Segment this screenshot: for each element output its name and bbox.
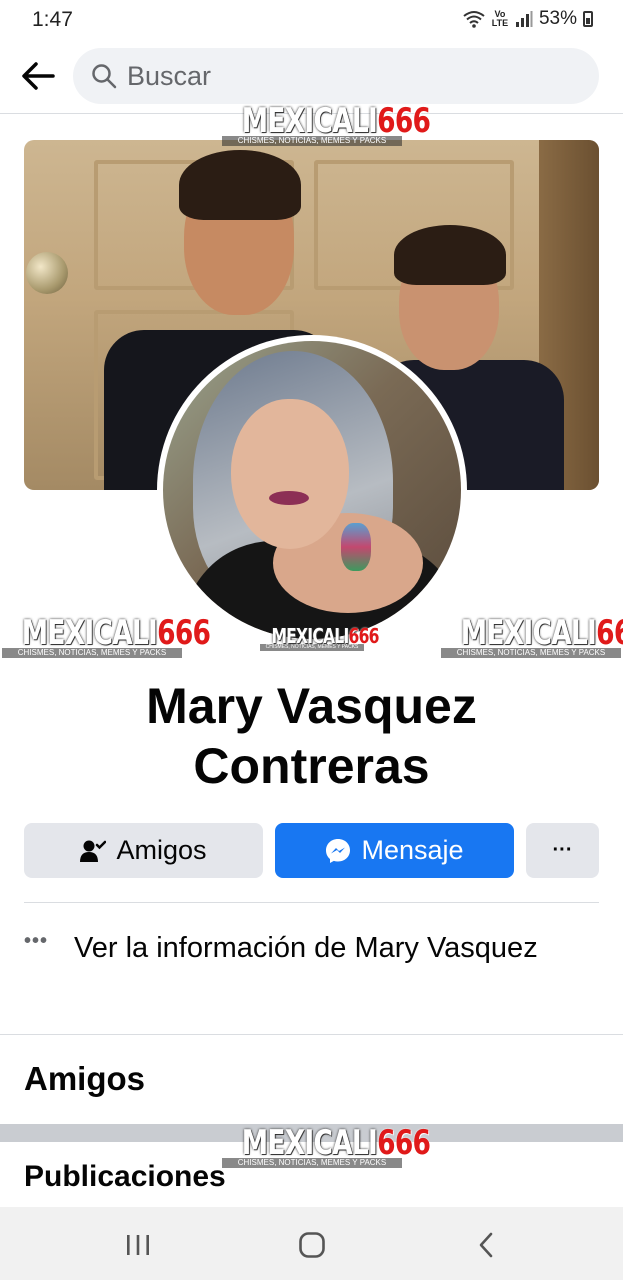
status-time: 1:47 [32, 8, 73, 31]
message-button[interactable]: Mensaje [275, 823, 514, 878]
search-icon [92, 64, 117, 89]
see-info-link[interactable]: Ver la información de Mary Vasquez [74, 928, 574, 968]
signal-icon [515, 11, 533, 27]
home-icon [299, 1232, 325, 1258]
home-button[interactable] [282, 1227, 342, 1263]
battery-icon [583, 11, 593, 27]
system-nav-bar [0, 1207, 623, 1280]
friend-check-icon [80, 840, 107, 862]
divider [0, 1034, 623, 1035]
watermark-logo: MEXICALI666 CHISMES, NOTICIAS, MEMES Y P… [2, 616, 211, 658]
friends-button[interactable]: Amigos [24, 823, 263, 878]
wifi-icon [463, 11, 485, 28]
back-arrow-icon [22, 62, 55, 90]
more-icon: ··· [552, 839, 573, 861]
profile-name: Mary Vasquez Contreras [0, 676, 623, 796]
battery-percent: 53% [538, 8, 577, 29]
avatar-image [163, 341, 461, 639]
watermark-logo: MEXICALI666 CHISMES, NOTICIAS, MEMES Y P… [222, 104, 431, 146]
dots-icon: ••• [24, 930, 49, 952]
messenger-icon [326, 838, 351, 863]
divider [24, 902, 599, 903]
recent-apps-button[interactable] [108, 1227, 168, 1263]
status-bar: 1:47 Vo LTE 53% [0, 0, 623, 40]
watermark-logo: MEXICALI666 CHISMES, NOTICIAS, MEMES Y P… [260, 626, 379, 651]
system-back-button[interactable] [456, 1227, 516, 1263]
profile-picture[interactable] [157, 335, 467, 645]
watermark-logo: MEXICALI666 CHISMES, NOTICIAS, MEMES Y P… [441, 616, 623, 658]
profile-name-line1: Mary Vasquez [146, 678, 477, 734]
friends-section-title: Amigos [24, 1060, 146, 1097]
back-button[interactable] [16, 54, 60, 98]
friends-button-label: Amigos [116, 835, 207, 865]
search-box[interactable] [73, 48, 599, 104]
recent-apps-icon [127, 1235, 149, 1255]
posts-section-title: Publicaciones [24, 1160, 226, 1193]
profile-name-line2: Contreras [193, 738, 430, 794]
watermark-logo: MEXICALI666 CHISMES, NOTICIAS, MEMES Y P… [222, 1126, 431, 1168]
more-options-button[interactable]: ··· [526, 823, 599, 878]
search-input[interactable] [127, 60, 547, 92]
status-icons: Vo LTE 53% [463, 8, 593, 30]
door-knob [26, 252, 68, 294]
back-icon [479, 1232, 493, 1258]
message-button-label: Mensaje [361, 835, 464, 865]
lte-icon: Vo LTE [491, 9, 509, 28]
